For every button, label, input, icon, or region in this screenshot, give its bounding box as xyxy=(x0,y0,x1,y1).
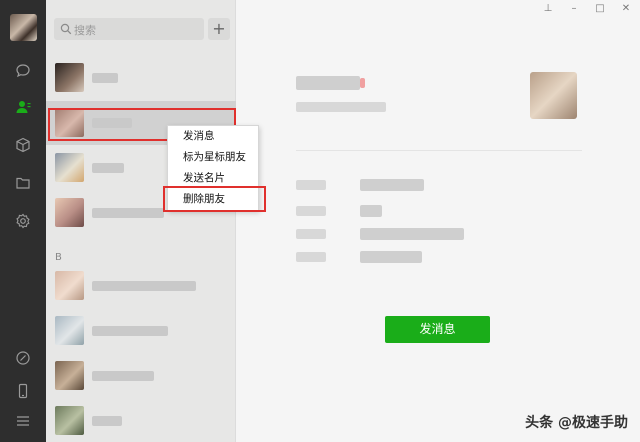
section-letter: B xyxy=(55,252,62,263)
cube-icon[interactable] xyxy=(12,134,34,156)
list-item[interactable] xyxy=(46,56,236,100)
contact-name-redacted xyxy=(92,208,164,218)
search-box[interactable]: 搜索 xyxy=(54,18,204,40)
settings-icon[interactable] xyxy=(12,210,34,232)
phone-icon[interactable] xyxy=(12,380,34,402)
menu-item-star-friend[interactable]: 标为星标朋友 xyxy=(168,147,258,167)
wechat-id-redacted xyxy=(296,102,386,112)
add-contact-button[interactable]: + xyxy=(208,18,230,40)
contact-list-panel: 搜索 + B xyxy=(46,0,236,442)
list-item[interactable] xyxy=(46,399,236,442)
gender-icon xyxy=(360,78,365,88)
field-label-redacted xyxy=(296,206,326,216)
contact-detail-panel: ⊥ – □ ✕ 发消息 xyxy=(236,0,640,442)
contact-name-redacted xyxy=(92,371,154,381)
contact-name-redacted xyxy=(296,76,360,90)
link-icon[interactable] xyxy=(12,347,34,369)
contact-avatar xyxy=(55,406,84,435)
list-item[interactable] xyxy=(46,354,236,398)
contact-avatar xyxy=(55,63,84,92)
field-value-redacted xyxy=(360,228,464,240)
chat-icon[interactable] xyxy=(12,60,34,82)
highlight-delete-friend xyxy=(163,186,266,212)
menu-icon[interactable] xyxy=(12,410,34,432)
contact-name-redacted xyxy=(92,416,122,426)
contact-avatar xyxy=(55,316,84,345)
field-value-redacted xyxy=(360,205,382,217)
contact-name-redacted xyxy=(92,73,118,83)
list-item[interactable] xyxy=(46,309,236,353)
folder-icon[interactable] xyxy=(12,172,34,194)
menu-item-send-card[interactable]: 发送名片 xyxy=(168,168,258,188)
contact-name-redacted xyxy=(92,163,124,173)
field-value-redacted xyxy=(360,251,422,263)
menu-item-send-message[interactable]: 发消息 xyxy=(168,126,258,146)
contacts-icon[interactable] xyxy=(12,96,34,118)
avatar[interactable] xyxy=(10,14,37,41)
watermark: 头条 @极速手助 xyxy=(525,415,628,431)
contact-avatar-large[interactable] xyxy=(530,72,577,119)
search-icon xyxy=(60,23,72,35)
divider xyxy=(296,150,582,151)
send-message-button[interactable]: 发消息 xyxy=(385,316,490,343)
window-controls: ⊥ – □ ✕ xyxy=(542,3,632,14)
contact-avatar xyxy=(55,361,84,390)
maximize-button[interactable]: □ xyxy=(594,3,606,14)
field-value-redacted xyxy=(360,179,424,191)
nav-rail xyxy=(0,0,46,442)
contact-avatar xyxy=(55,271,84,300)
field-label-redacted xyxy=(296,252,326,262)
close-button[interactable]: ✕ xyxy=(620,3,632,14)
minimize-button[interactable]: – xyxy=(568,3,580,14)
field-label-redacted xyxy=(296,229,326,239)
list-item[interactable] xyxy=(46,264,236,308)
contact-name-redacted xyxy=(92,281,196,291)
contact-avatar xyxy=(55,198,84,227)
contact-name-redacted xyxy=(92,326,168,336)
pin-icon[interactable]: ⊥ xyxy=(542,3,554,14)
search-placeholder: 搜索 xyxy=(74,24,96,37)
field-label-redacted xyxy=(296,180,326,190)
contact-avatar xyxy=(55,153,84,182)
